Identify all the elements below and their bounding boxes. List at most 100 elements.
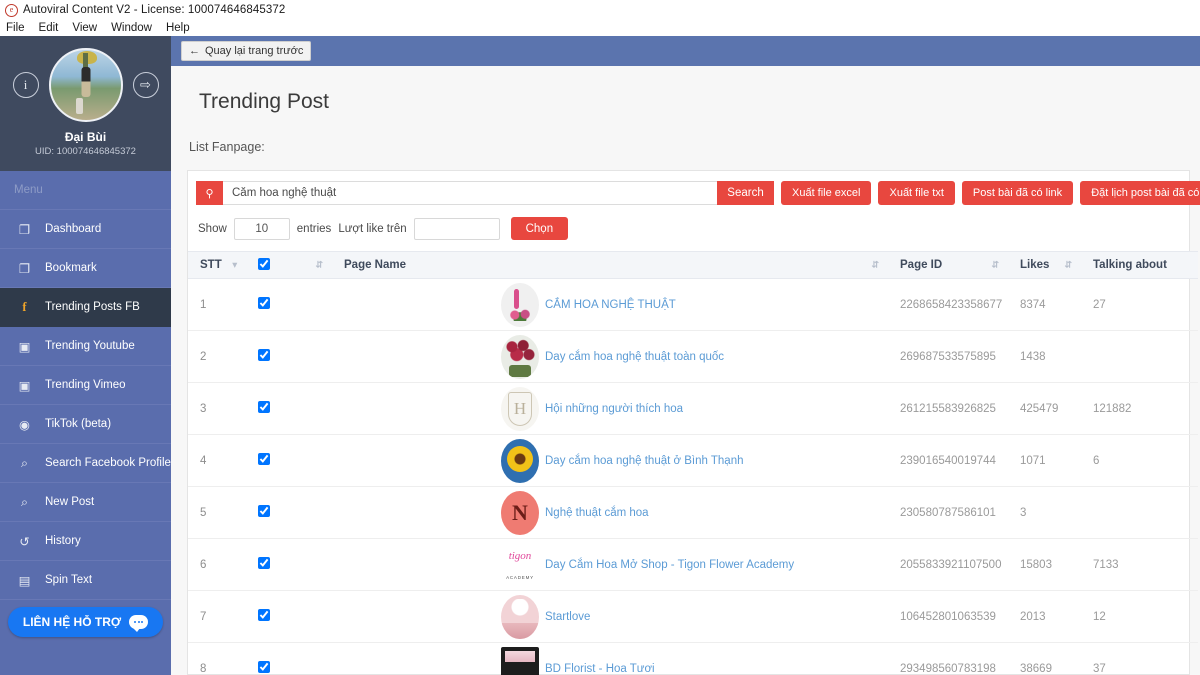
likes-filter-label: Lượt like trên: [338, 222, 407, 235]
export-txt-button[interactable]: Xuất file txt: [878, 181, 955, 205]
sidebar-item-bookmark[interactable]: ❐ Bookmark: [0, 249, 171, 288]
row-checkbox[interactable]: [258, 609, 270, 621]
cell-select: [246, 538, 332, 591]
cell-page-name: CẮM HOA NGHỆ THUẬT: [332, 278, 888, 331]
cell-page-id: 261215583926825: [888, 382, 1008, 435]
row-checkbox[interactable]: [258, 505, 270, 517]
table-row[interactable]: 8 BD Florist - Hoa Tươi 293498560783198 …: [188, 642, 1198, 675]
sidebar-item-trending-vimeo[interactable]: ▣ Trending Vimeo: [0, 366, 171, 405]
cell-page-id: 106452801063539: [888, 590, 1008, 643]
sidebar-item-search-facebook-profile[interactable]: ⌕ Search Facebook Profile: [0, 444, 171, 483]
page-name-link[interactable]: Startlove: [545, 611, 590, 623]
page-name-link[interactable]: BD Florist - Hoa Tươi: [545, 663, 655, 675]
menu-edit[interactable]: Edit: [39, 22, 59, 34]
column-header-likes[interactable]: Likes ⇵: [1008, 251, 1081, 279]
table-row[interactable]: 2 Day cắm hoa nghệ thuật toàn quốc 26968…: [188, 330, 1198, 383]
cell-talking-about: [1081, 330, 1198, 383]
menu-window[interactable]: Window: [111, 22, 152, 34]
column-header-stt[interactable]: STT ▾: [188, 251, 246, 279]
info-icon[interactable]: i: [12, 72, 39, 98]
sidebar-item-trending-posts-fb[interactable]: f Trending Posts FB: [0, 288, 171, 327]
column-header-talking-about[interactable]: Talking about: [1081, 251, 1198, 279]
menu-file[interactable]: File: [6, 22, 25, 34]
youtube-icon: ▣: [18, 339, 31, 354]
cell-page-name: Day cắm hoa nghệ thuật toàn quốc: [332, 330, 888, 383]
page-thumbnail-icon: [501, 438, 539, 483]
cell-select: [246, 278, 332, 331]
page-name-link[interactable]: Day cắm hoa nghệ thuật ở Bình Thạnh: [545, 455, 744, 467]
table-row[interactable]: 7 Startlove 106452801063539 2013 12: [188, 590, 1198, 643]
menu-view[interactable]: View: [72, 22, 97, 34]
page-name-link[interactable]: Day Cắm Hoa Mở Shop - Tigon Flower Acade…: [545, 559, 794, 571]
cell-page-name: Hội những người thích hoa: [332, 382, 888, 435]
cell-stt: 6: [188, 538, 246, 591]
post-with-link-button[interactable]: Post bài đã có link: [961, 181, 1074, 205]
arrow-left-icon: ←: [189, 45, 200, 57]
avatar[interactable]: [48, 48, 123, 122]
monitor-icon: ❐: [18, 222, 31, 237]
select-all-checkbox[interactable]: [258, 257, 270, 270]
table-row[interactable]: 6 Day Cắm Hoa Mở Shop - Tigon Flower Aca…: [188, 538, 1198, 591]
choose-button[interactable]: Chọn: [510, 217, 569, 240]
row-checkbox[interactable]: [258, 557, 270, 569]
back-button[interactable]: ← Quay lại trang trước: [181, 41, 312, 61]
cell-page-id: 2055833921107500: [888, 538, 1008, 591]
cell-talking-about: 27: [1081, 278, 1198, 331]
support-button[interactable]: LIÊN HỆ HỖ TRỢ: [8, 607, 163, 637]
search-input[interactable]: [223, 181, 717, 205]
cell-talking-about: 37: [1081, 642, 1198, 675]
cell-page-name: Day Cắm Hoa Mở Shop - Tigon Flower Acade…: [332, 538, 888, 591]
cell-page-id: 239016540019744: [888, 434, 1008, 487]
column-header-select[interactable]: ⇵: [246, 251, 332, 279]
sidebar-item-tiktok[interactable]: ◉ TikTok (beta): [0, 405, 171, 444]
cell-select: [246, 642, 332, 675]
export-excel-button[interactable]: Xuất file excel: [781, 181, 872, 205]
facebook-icon: f: [22, 299, 27, 314]
row-checkbox[interactable]: [258, 453, 270, 465]
column-header-page-id[interactable]: Page ID ⇵: [888, 251, 1008, 279]
table-body: 1 CẮM HOA NGHỆ THUẬT 2268658423358677 83…: [188, 278, 1198, 675]
sidebar-item-trending-youtube[interactable]: ▣ Trending Youtube: [0, 327, 171, 366]
chat-bubble-icon: [129, 615, 149, 632]
sidebar-item-label: Spin Text: [45, 574, 93, 586]
table-row[interactable]: 1 CẮM HOA NGHỆ THUẬT 2268658423358677 83…: [188, 278, 1198, 331]
search-button[interactable]: Search: [717, 181, 774, 205]
cell-likes: 1438: [1008, 330, 1081, 383]
page-name-link[interactable]: Day cắm hoa nghệ thuật toàn quốc: [545, 351, 724, 363]
likes-filter-input[interactable]: [413, 217, 500, 240]
window-titlebar: e Autoviral Content V2 - License: 100074…: [0, 0, 1200, 20]
cell-likes: 8374: [1008, 278, 1081, 331]
logout-icon[interactable]: ⇨: [132, 72, 159, 98]
table-row[interactable]: 3 Hội những người thích hoa 261215583926…: [188, 382, 1198, 435]
history-icon: ↺: [19, 534, 30, 549]
row-checkbox[interactable]: [258, 661, 270, 673]
sidebar-item-history[interactable]: ↺ History: [0, 522, 171, 561]
page-name-link[interactable]: Hội những người thích hoa: [545, 403, 683, 415]
fanpage-panel: ⚲ Search Xuất file excel Xuất file txt P…: [187, 170, 1200, 675]
sidebar-item-new-post[interactable]: ⌕ New Post: [0, 483, 171, 522]
sidebar-item-spin-text[interactable]: ▤ Spin Text: [0, 561, 171, 600]
row-checkbox[interactable]: [258, 401, 270, 413]
column-header-page-name[interactable]: Page Name ⇵: [332, 251, 888, 279]
table-row[interactable]: 5 Nghệ thuật cắm hoa 230580787586101 3: [188, 486, 1198, 539]
row-checkbox[interactable]: [258, 349, 270, 361]
page-title: Trending Post: [199, 90, 329, 113]
entries-count-input[interactable]: [233, 217, 290, 240]
sort-both-icon: ⇵: [991, 259, 999, 270]
page-name-link[interactable]: CẮM HOA NGHỆ THUẬT: [545, 299, 676, 311]
cell-talking-about: 7133: [1081, 538, 1198, 591]
bookmark-icon: ❐: [18, 261, 31, 276]
cell-page-id: 2268658423358677: [888, 278, 1008, 331]
sidebar-item-label: Trending Posts FB: [45, 301, 140, 313]
list-fanpage-label: List Fanpage:: [189, 140, 265, 154]
row-checkbox[interactable]: [258, 297, 270, 309]
search-icon[interactable]: ⚲: [196, 181, 223, 205]
table-row[interactable]: 4 Day cắm hoa nghệ thuật ở Bình Thạnh 23…: [188, 434, 1198, 487]
window-title: Autoviral Content V2 - License: 10007464…: [23, 4, 286, 16]
sidebar-item-dashboard[interactable]: ❐ Dashboard: [0, 210, 171, 249]
page-name-link[interactable]: Nghệ thuật cắm hoa: [545, 507, 649, 519]
vimeo-icon: ▣: [18, 378, 31, 393]
schedule-post-button[interactable]: Đặt lịch post bài đã có: [1080, 181, 1200, 205]
menu-help[interactable]: Help: [166, 22, 190, 34]
sidebar-item-label: Trending Youtube: [45, 340, 135, 352]
